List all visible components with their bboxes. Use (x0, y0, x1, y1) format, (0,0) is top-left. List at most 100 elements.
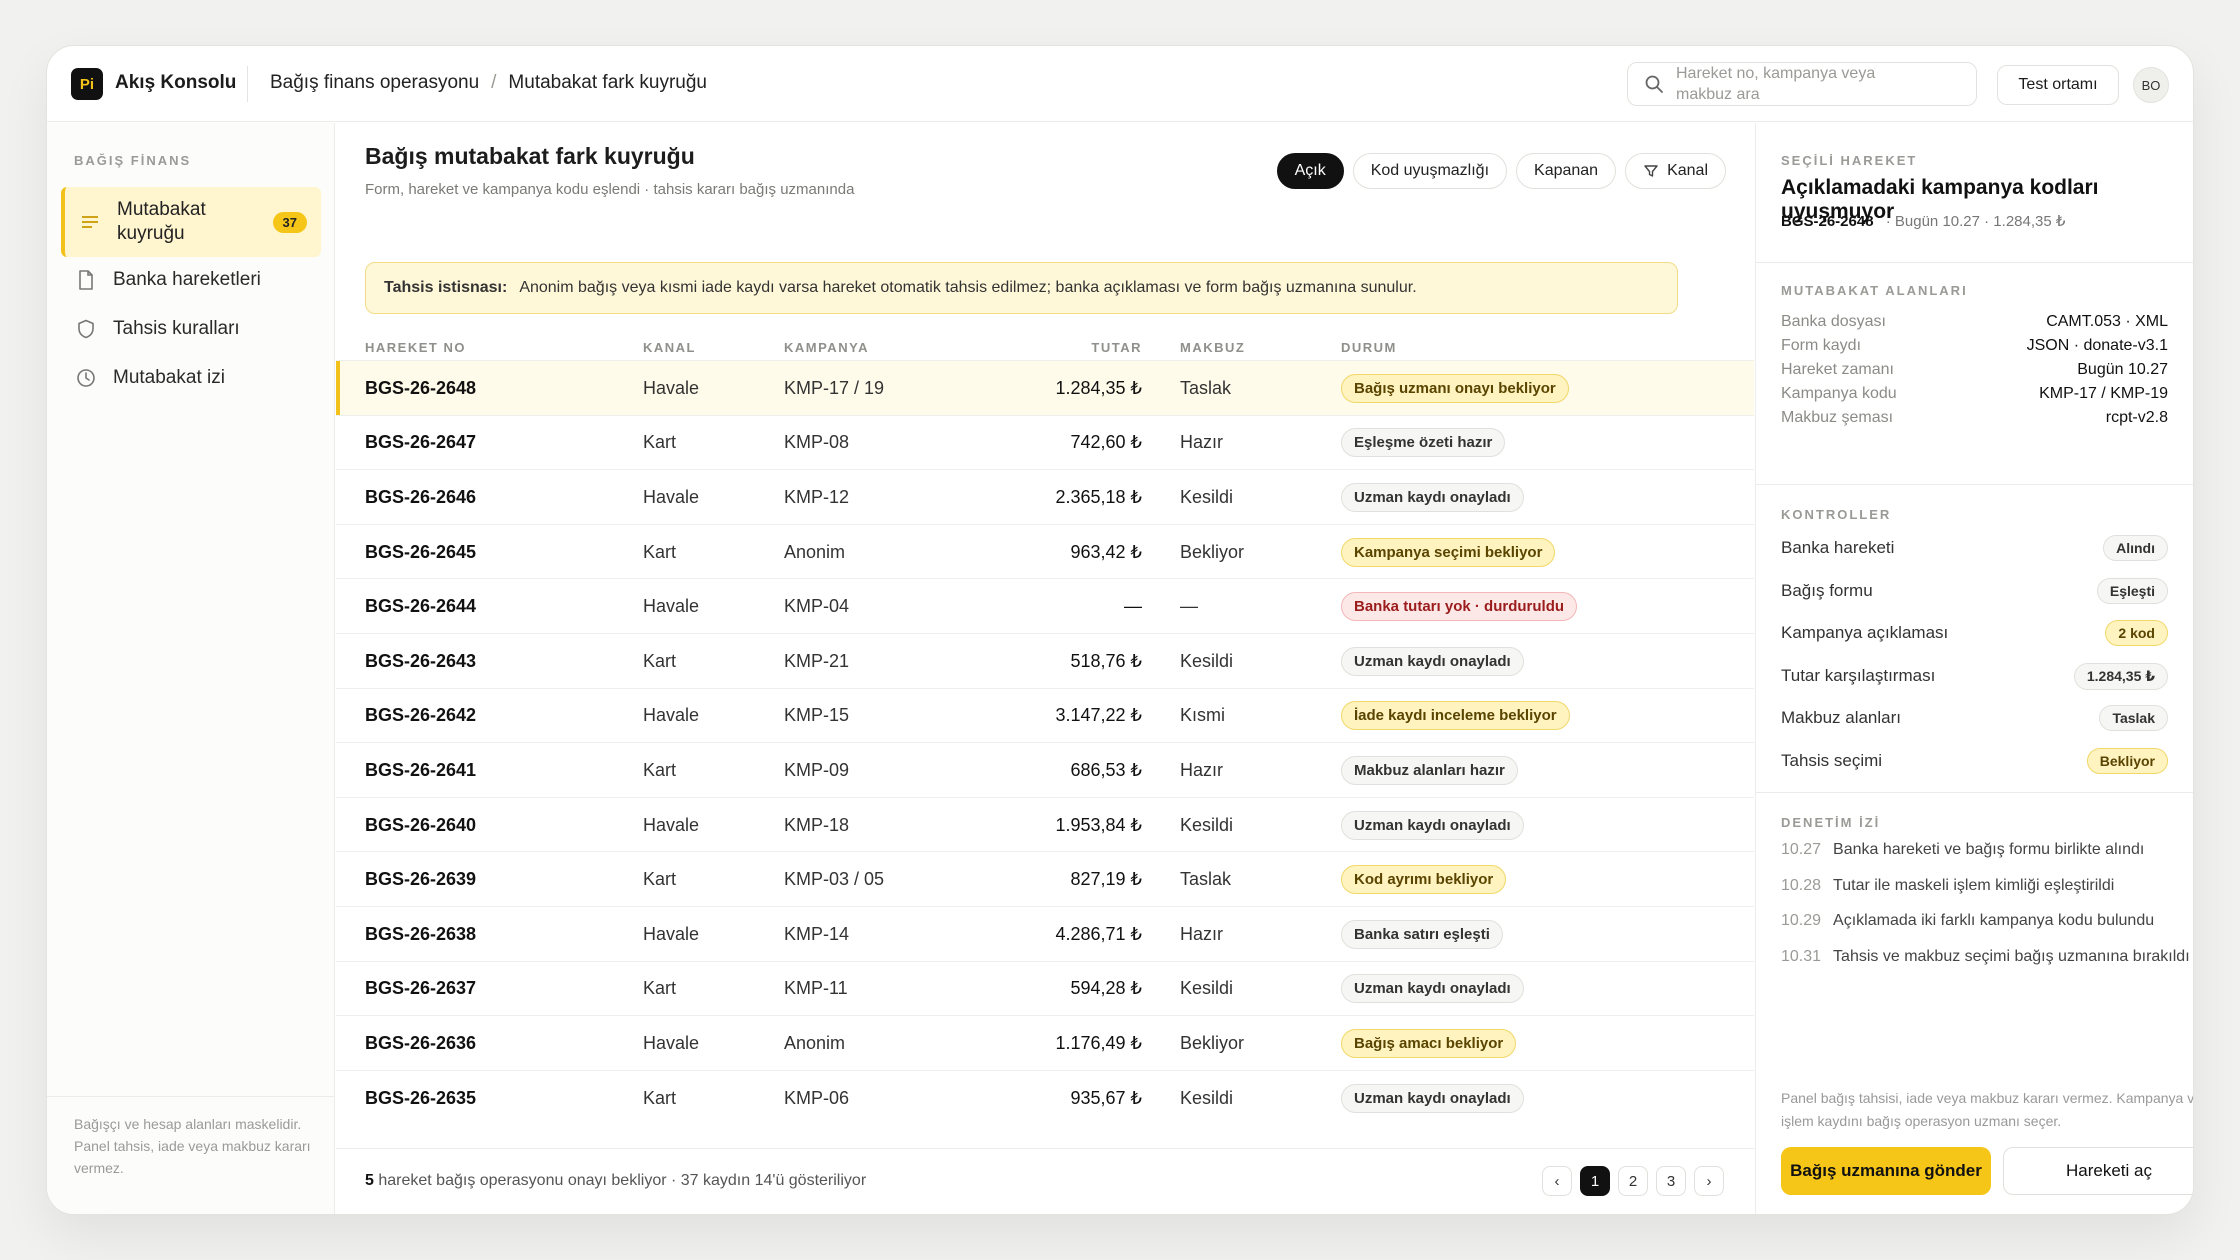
avatar[interactable]: BO (2133, 67, 2169, 103)
channel-cell: Havale (643, 705, 700, 726)
filter-kapanan[interactable]: Kapanan (1516, 153, 1617, 189)
channel-cell: Havale (643, 377, 700, 398)
sidebar-item-banka-hareketleri[interactable]: Banka hareketleri (61, 265, 321, 295)
checks-section: KONTROLLER Banka hareketi Alındı Bağış for… (1756, 485, 2193, 793)
status-badge: Banka satırı eşleşti (1341, 919, 1503, 949)
count-badge: 37 (272, 211, 307, 233)
search-placeholder: Hareket no, kampanya veya makbuz ara (1676, 65, 1876, 103)
check-label: Tutar karşılaştırması (1781, 666, 1936, 685)
table-row[interactable]: BGS-26-2640 Havale KMP-18 1.953,84 ₺ Kesildi… (336, 796, 1754, 852)
field-label: Form kaydı (1781, 337, 1862, 354)
channel-cell: Havale (643, 923, 700, 944)
transaction-no-cell: BGS-26-2638 (365, 923, 477, 944)
sidebar-item-label: Mutabakat izi (113, 367, 225, 388)
prev-page-button[interactable]: ‹ (1542, 1166, 1572, 1196)
table-row[interactable]: BGS-26-2645 Kart Anonim 963,42 ₺ Bekliyor Kam… (336, 523, 1754, 579)
filter-acik[interactable]: Açık (1276, 153, 1344, 189)
receipt-cell: Taslak (1180, 869, 1232, 890)
sidebar-item-mutabakat-izi[interactable]: Mutabakat izi (61, 363, 321, 393)
status-cell: İade kaydı inceleme bekliyor (1341, 689, 1570, 744)
channel-cell: Havale (643, 596, 700, 617)
detail-panel: SEÇİLİ HAREKET Açıklamadaki kampanya kod… (1755, 123, 2193, 1214)
column-header[interactable]: DURUM (1341, 340, 1397, 355)
sidebar-item-label: Tahsis kuralları (113, 318, 240, 339)
table-row[interactable]: BGS-26-2643 Kart KMP-21 518,76 ₺ Kesildi Uzma… (336, 632, 1754, 689)
receipt-cell: Kesildi (1180, 814, 1234, 835)
field-row: Banka dosyası CAMT.053 · XML (1781, 313, 2168, 331)
receipt-cell: — (1180, 596, 1198, 617)
column-header[interactable]: HAREKET NO (365, 340, 466, 355)
table-row[interactable]: BGS-26-2646 Havale KMP-12 2.365,18 ₺ Kesildi… (336, 469, 1754, 524)
status-cell: Uzman kaydı onayladı (1341, 634, 1524, 689)
table-row[interactable]: BGS-26-2638 Havale KMP-14 4.286,71 ₺ Hazır Ba… (336, 905, 1754, 962)
transaction-id: BGS-26-2648 (1781, 213, 1874, 230)
sidebar-item-tahsis-kurallari[interactable]: Tahsis kuralları (61, 314, 321, 344)
notice-label: Tahsis istisnası: (384, 279, 508, 296)
check-status-badge: Eşleşti (2096, 577, 2168, 604)
send-to-specialist-button[interactable]: Bağış uzmanına gönder (1781, 1147, 1991, 1195)
check-row: Makbuz alanları Taslak (1781, 705, 2168, 731)
amount-cell: 1.176,49 ₺ (1055, 1032, 1142, 1053)
transaction-no-cell: BGS-26-2646 (365, 486, 477, 507)
amount-cell: 827,19 ₺ (1070, 869, 1142, 890)
page-title: Bağış mutabakat fark kuyruğu (365, 143, 695, 169)
channel-cell: Kart (643, 978, 677, 999)
status-cell: Banka satırı eşleşti (1341, 907, 1503, 962)
table-row[interactable]: BGS-26-2642 Havale KMP-15 3.147,22 ₺ Kısmi İa… (336, 687, 1754, 744)
table-body: BGS-26-2648 Havale KMP-17 / 19 1.284,35 ₺ Ta… (336, 360, 1754, 1124)
status-badge: Makbuz alanları hazır (1341, 755, 1518, 785)
campaign-cell: KMP-03 / 05 (784, 869, 885, 890)
amount-cell: 686,53 ₺ (1070, 759, 1142, 780)
table-row[interactable]: BGS-26-2635 Kart KMP-06 935,67 ₺ Kesildi Uzma… (336, 1069, 1754, 1125)
page-button-1[interactable]: 1 (1580, 1166, 1610, 1196)
column-header[interactable]: TUTAR (1091, 340, 1142, 355)
table-row[interactable]: BGS-26-2648 Havale KMP-17 / 19 1.284,35 ₺ Ta… (336, 360, 1754, 415)
page-button-3[interactable]: 3 (1656, 1166, 1686, 1196)
environment-button[interactable]: Test ortamı (1997, 65, 2119, 105)
audit-text: Banka hareketi ve bağış formu birlikte a… (1833, 841, 2145, 858)
check-status-badge: 1.284,35 ₺ (2073, 662, 2168, 690)
open-transaction-button[interactable]: Hareketi aç (2003, 1147, 2193, 1195)
table-row[interactable]: BGS-26-2647 Kart KMP-08 742,60 ₺ Hazır Eşleşm… (336, 414, 1754, 470)
table-row[interactable]: BGS-26-2636 Havale Anonim 1.176,49 ₺ Bekliyo… (336, 1015, 1754, 1070)
table-row[interactable]: BGS-26-2644 Havale KMP-04 — — Banka tutarı yo… (336, 578, 1754, 633)
column-header[interactable]: KAMPANYA (784, 340, 869, 355)
check-row: Kampanya açıklaması 2 kod (1781, 620, 2168, 646)
check-row: Bağış formu Eşleşti (1781, 577, 2168, 604)
main-content: Bağış mutabakat fark kuyruğu Form, harek… (336, 123, 1754, 1214)
detail-meta: BGS-26-2648 · Bugün 10.27 · 1.284,35 ₺ (1781, 212, 2065, 230)
divider (247, 66, 248, 102)
app-logo[interactable]: Pi (71, 68, 103, 100)
sidebar-item-mutabakat-kuyrugu[interactable]: Mutabakat kuyruğu 37 (61, 187, 321, 257)
section-heading: KONTROLLER (1781, 507, 1892, 522)
clock-icon (75, 367, 97, 389)
status-badge: Kampanya seçimi bekliyor (1341, 537, 1556, 567)
filter-kod-uyusmazligi[interactable]: Kod uyuşmazlığı (1352, 153, 1508, 189)
filter-kanal[interactable]: Kanal (1625, 153, 1726, 189)
table-row[interactable]: BGS-26-2641 Kart KMP-09 686,53 ₺ Hazır Makbuz… (336, 742, 1754, 797)
channel-cell: Havale (643, 1032, 700, 1053)
breadcrumb-item[interactable]: Bağış finans operasyonu (270, 72, 479, 94)
check-status-badge: 2 kod (2105, 620, 2168, 646)
status-badge: Banka tutarı yok · durduruldu (1341, 592, 1578, 622)
receipt-cell: Kesildi (1180, 1087, 1234, 1108)
channel-cell: Kart (643, 650, 677, 671)
amount-cell: 935,67 ₺ (1070, 1087, 1142, 1108)
reconciliation-fields: MUTABAKAT ALANLARI Banka dosyası CAMT.053… (1756, 263, 2193, 485)
breadcrumb-current: Mutabakat fark kuyruğu (508, 72, 707, 93)
section-heading: SEÇİLİ HAREKET (1781, 153, 1918, 168)
summary-text: 5 hareket bağış operasyonu onayı bekliyo… (365, 1172, 866, 1190)
status-badge: Kod ayrımı bekliyor (1341, 865, 1507, 895)
table-row[interactable]: BGS-26-2639 Kart KMP-03 / 05 827,19 ₺ Taslak… (336, 851, 1754, 906)
column-header[interactable]: MAKBUZ (1180, 340, 1245, 355)
page-button-2[interactable]: 2 (1618, 1166, 1648, 1196)
column-header[interactable]: KANAL (643, 340, 696, 355)
field-value: CAMT.053 · XML (2046, 313, 2168, 330)
search-input[interactable]: Hareket no, kampanya veya makbuz ara (1627, 62, 1977, 106)
transaction-no-cell: BGS-26-2640 (365, 814, 477, 835)
next-page-button[interactable]: › (1694, 1166, 1724, 1196)
campaign-cell: KMP-15 (784, 705, 850, 726)
table-row[interactable]: BGS-26-2637 Kart KMP-11 594,28 ₺ Kesildi Uzma… (336, 960, 1754, 1016)
audit-entry: 10.27 Banka hareketi ve bağış formu birli… (1781, 841, 2144, 859)
check-row: Tahsis seçimi Bekliyor (1781, 747, 2168, 774)
